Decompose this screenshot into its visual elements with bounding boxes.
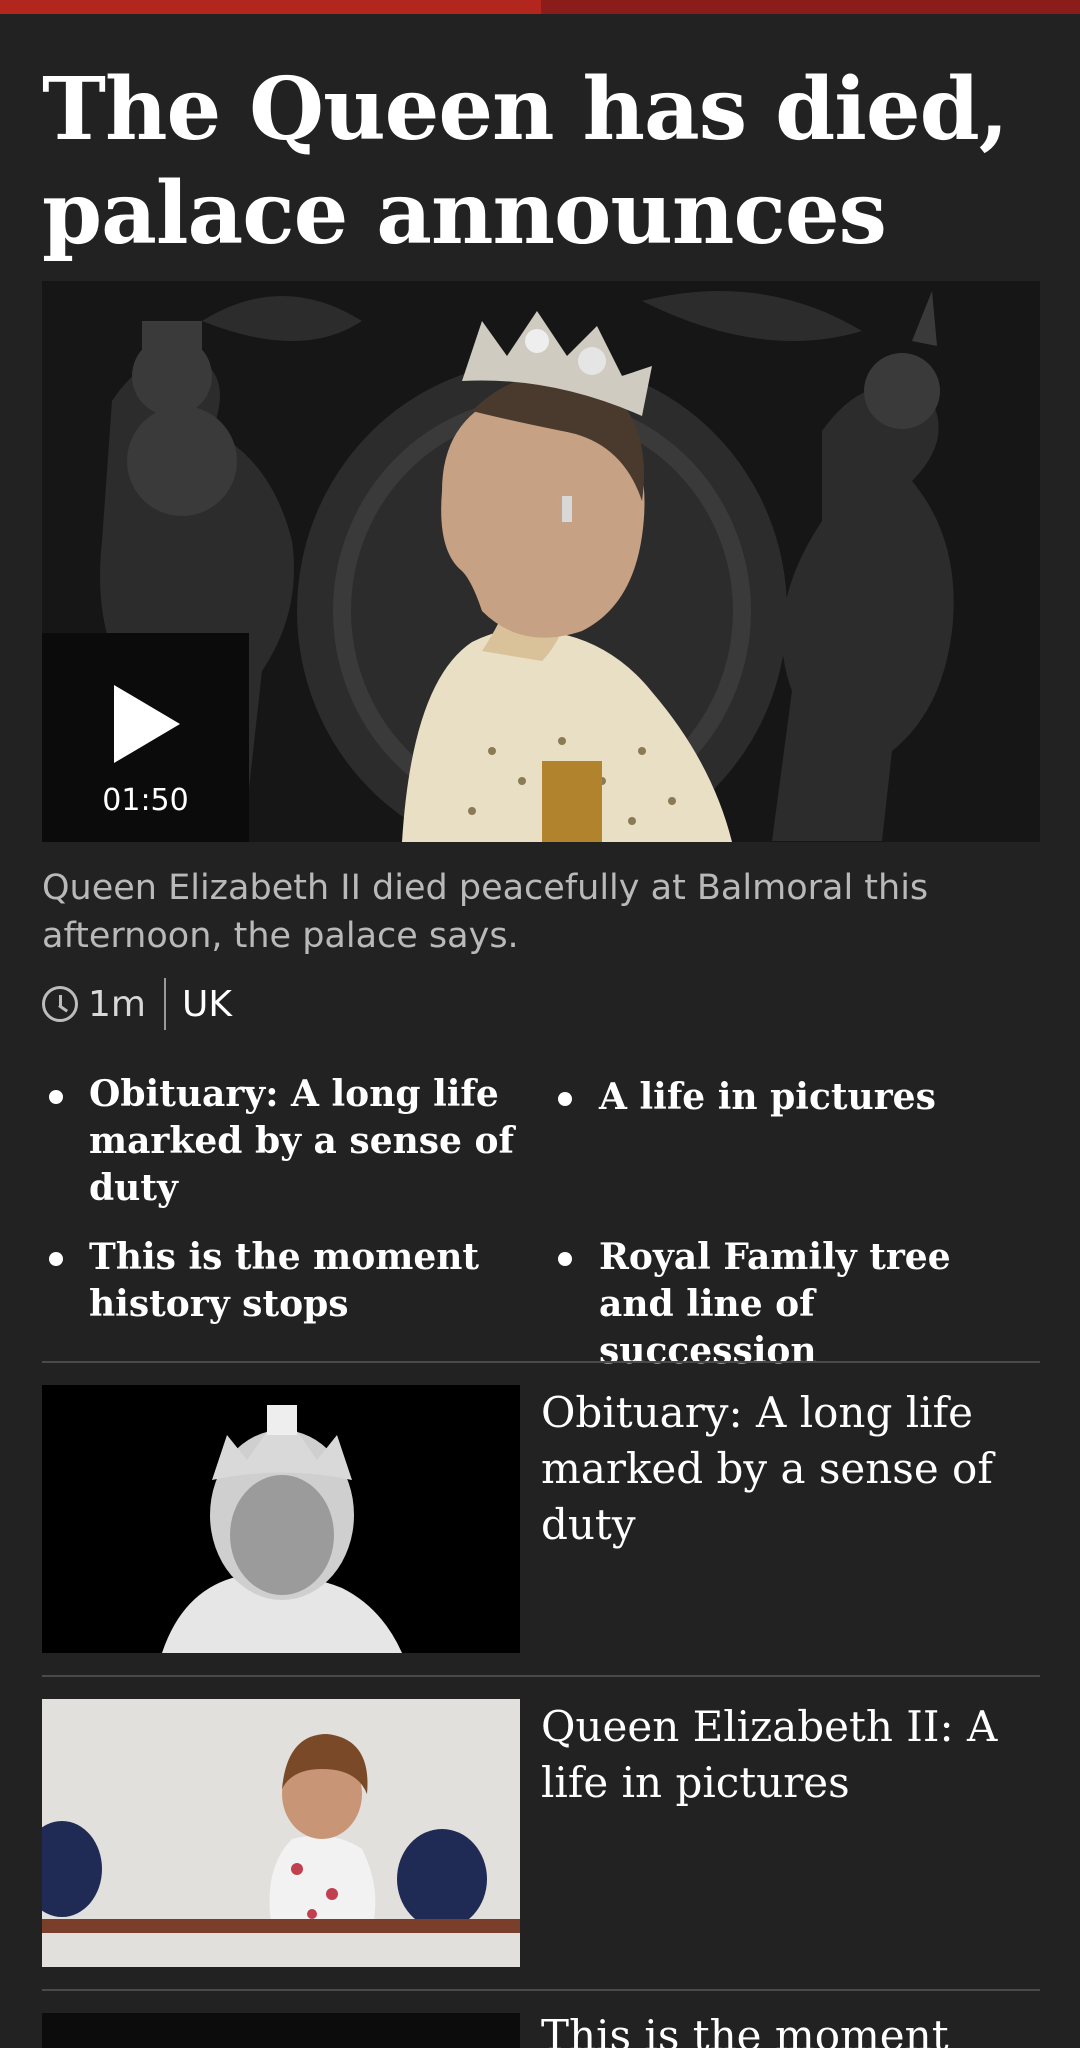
meta-divider: [163, 978, 166, 1030]
article-meta: 1m UK: [42, 976, 232, 1032]
bullet-icon: [558, 1252, 572, 1266]
section-link[interactable]: UK: [182, 984, 232, 1025]
bullet-icon: [49, 1252, 63, 1266]
bullet-icon: [558, 1092, 572, 1106]
clock-icon: [42, 986, 78, 1022]
related-link-obituary[interactable]: Obituary: A long life marked by a sense …: [89, 1071, 529, 1212]
article-summary: Queen Elizabeth II died peacefully at Ba…: [42, 868, 929, 956]
related-link-pictures[interactable]: A life in pictures: [599, 1074, 1039, 1121]
top-accent-bar: [0, 0, 1080, 14]
pictures-image: [42, 1699, 520, 1967]
play-icon[interactable]: [114, 685, 180, 763]
accent-bar-left: [0, 0, 541, 14]
hero-video[interactable]: 01:50: [42, 281, 1040, 842]
story-thumbnail-obituary[interactable]: [42, 1385, 520, 1653]
story-thumbnail-history[interactable]: [42, 2013, 520, 2048]
accent-bar-right: [541, 0, 1080, 14]
story-title-obituary[interactable]: Obituary: A long life marked by a sense …: [541, 1385, 1041, 1553]
video-play-overlay[interactable]: 01:50: [42, 633, 249, 842]
divider: [42, 1989, 1040, 1991]
divider: [42, 1675, 1040, 1677]
page-title: The Queen has died, palace announces: [42, 59, 1009, 264]
story-title-history[interactable]: This is the moment history stops: [541, 2008, 1041, 2048]
related-link-history[interactable]: This is the moment history stops: [89, 1234, 509, 1328]
video-duration: 01:50: [102, 783, 189, 818]
story-title-pictures[interactable]: Queen Elizabeth II: A life in pictures: [541, 1699, 1041, 1811]
bullet-icon: [49, 1090, 63, 1104]
story-thumbnail-pictures[interactable]: [42, 1699, 520, 1967]
divider: [42, 1361, 1040, 1363]
published-time: 1m: [88, 983, 146, 1025]
obituary-image: [42, 1385, 520, 1653]
related-link-family-tree[interactable]: Royal Family tree and line of succession: [599, 1234, 1029, 1375]
